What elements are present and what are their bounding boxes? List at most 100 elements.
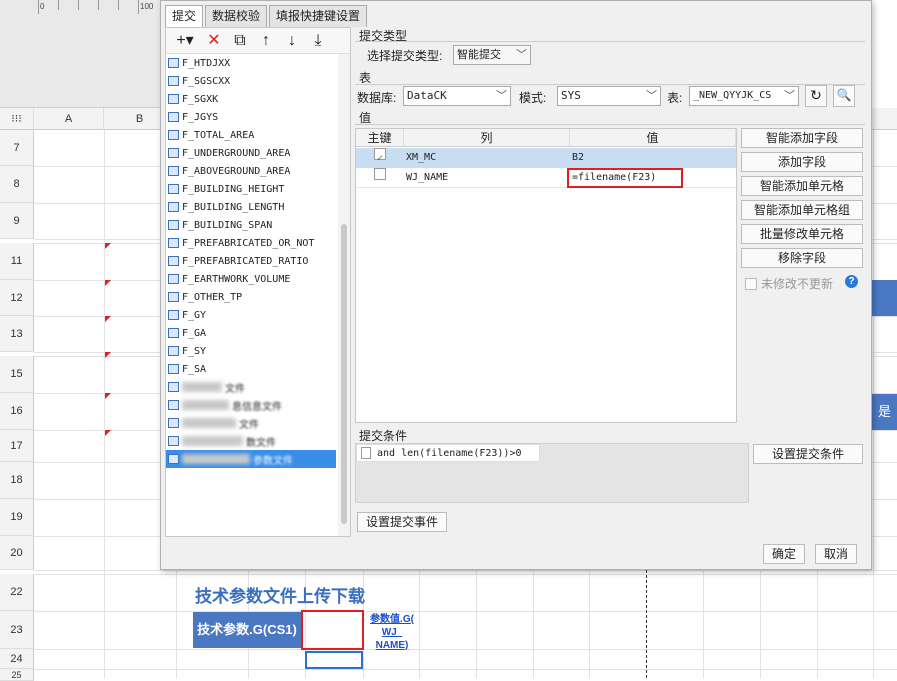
no-update-checkbox[interactable] [745, 277, 757, 290]
comment-marker [105, 243, 111, 249]
grid-row[interactable]: ✓ XM_MC B2 [356, 148, 736, 168]
field-name: F_HTDJXX [182, 57, 231, 69]
primary-key-checkbox[interactable]: ✓ [374, 148, 386, 164]
copy-icon[interactable]: ⧉ [230, 31, 250, 51]
highlight-box [567, 168, 683, 188]
database-select[interactable]: DataCK ﹀ [403, 86, 511, 106]
no-update-option[interactable]: 未修改不更新 [745, 275, 833, 292]
refresh-icon[interactable]: ↻ [805, 85, 827, 107]
condition-item[interactable]: and len(filename(F23))>0 [356, 444, 540, 462]
down-arrow-icon[interactable]: ↓ [282, 31, 302, 51]
field-list-item[interactable]: 文件 [166, 414, 336, 432]
field-list-item[interactable]: F_BUILDING_SPAN [166, 216, 336, 234]
row-header[interactable]: 11 [0, 243, 34, 280]
field-list-item[interactable]: F_SY [166, 342, 336, 360]
condition-area[interactable]: and len(filename(F23))>0 [355, 443, 749, 503]
field-name: F_OTHER_TP [182, 291, 243, 303]
field-list-item[interactable]: 息信息文件 [166, 396, 336, 414]
no-update-label: 未修改不更新 [761, 277, 834, 291]
condition-text: and len(filename(F23))>0 [377, 447, 522, 459]
ok-button[interactable]: 确定 [763, 544, 805, 564]
add-icon[interactable]: +▾ [172, 31, 198, 51]
select-all-corner[interactable]: ⁝⁝⁝ [0, 108, 34, 130]
up-arrow-icon[interactable]: ↑ [256, 31, 276, 51]
scrollbar-thumb[interactable] [341, 224, 347, 524]
smart-add-cell-button[interactable]: 智能添加单元格 [741, 176, 863, 196]
param-value-link[interactable]: 参数值.G( WJ_ NAME) [366, 613, 418, 652]
field-name: F_BUILDING_LENGTH [182, 201, 285, 213]
tab-shortcut-settings[interactable]: 填报快捷键设置 [269, 5, 368, 27]
remove-field-button[interactable]: 移除字段 [741, 248, 863, 268]
grid-cell-column[interactable]: XM_MC [406, 148, 436, 168]
field-list-item[interactable]: F_TOTAL_AREA [166, 126, 336, 144]
submit-type-select[interactable]: 智能提交 ﹀ [453, 45, 531, 65]
table-select[interactable]: _NEW_QYYJK_CS ﹀ [689, 86, 799, 106]
field-list-item[interactable]: F_GA [166, 324, 336, 342]
primary-key-checkbox[interactable] [374, 168, 386, 180]
field-list-item[interactable]: 参数文件 [166, 450, 336, 468]
field-list-item[interactable]: F_PREFABRICATED_OR_NOT [166, 234, 336, 252]
move-bottom-icon[interactable]: ⤓ [308, 31, 328, 51]
field-mapping-grid: 主键 列 值 ✓ XM_MC B2 WJ_NAME =filename(F23) [355, 128, 737, 423]
row-header[interactable]: 16 [0, 393, 34, 430]
smart-add-cell-group-button[interactable]: 智能添加单元格组 [741, 200, 863, 220]
column-header[interactable]: A [34, 108, 104, 130]
row-header[interactable]: 18 [0, 462, 34, 499]
field-list-item[interactable]: F_EARTHWORK_VOLUME [166, 270, 336, 288]
blue-cell[interactable]: 是 [872, 394, 897, 430]
submit-config-panel: 提交类型 选择提交类型: 智能提交 ﹀ 表 数据库: DataCK ﹀ 模式: SY… [355, 27, 869, 539]
cancel-button[interactable]: 取消 [815, 544, 857, 564]
field-list-item[interactable]: F_OTHER_TP [166, 288, 336, 306]
field-list-item[interactable]: F_SA [166, 360, 336, 378]
row-header[interactable]: 7 [0, 130, 34, 166]
row-header[interactable]: 24 [0, 649, 34, 669]
field-list-item[interactable]: F_BUILDING_LENGTH [166, 198, 336, 216]
field-list-item[interactable]: F_BUILDING_HEIGHT [166, 180, 336, 198]
tab-data-validation[interactable]: 数据校验 [205, 5, 268, 27]
delete-icon[interactable]: ✕ [204, 31, 224, 51]
chevron-down-icon: ﹀ [496, 89, 507, 102]
field-list-item[interactable]: 文件 [166, 378, 336, 396]
field-name: F_GY [182, 309, 207, 321]
grid-cell-value[interactable]: B2 [572, 148, 584, 168]
row-header[interactable]: 17 [0, 430, 34, 462]
set-condition-button[interactable]: 设置提交条件 [753, 444, 863, 464]
field-list-item[interactable]: F_UNDERGROUND_AREA [166, 144, 336, 162]
field-list-item[interactable]: F_ABOVEGROUND_AREA [166, 162, 336, 180]
field-list-item[interactable]: F_JGYS [166, 108, 336, 126]
blue-cell[interactable] [872, 280, 897, 316]
field-list-item[interactable]: F_SGXK [166, 90, 336, 108]
smart-add-field-button[interactable]: 智能添加字段 [741, 128, 863, 148]
selected-cell[interactable] [305, 651, 363, 669]
field-list-scrollbar[interactable] [338, 54, 350, 536]
row-header[interactable]: 25 [0, 669, 34, 681]
table-field-icon [168, 310, 179, 320]
param-cell[interactable]: 技术参数.G(CS1) [193, 612, 301, 648]
redacted-text [182, 382, 222, 392]
preview-table-icon[interactable]: 🔍 [833, 85, 855, 107]
row-header[interactable]: 13 [0, 316, 34, 352]
field-list-item[interactable]: F_GY [166, 306, 336, 324]
set-event-button[interactable]: 设置提交事件 [357, 512, 447, 532]
grid-cell-column[interactable]: WJ_NAME [406, 168, 448, 188]
row-header[interactable]: 12 [0, 280, 34, 316]
add-field-button[interactable]: 添加字段 [741, 152, 863, 172]
row-header[interactable]: 20 [0, 536, 34, 570]
row-header[interactable]: 19 [0, 499, 34, 536]
row-header[interactable]: 23 [0, 611, 34, 649]
field-list-item[interactable]: 数文件 [166, 432, 336, 450]
row-header[interactable]: 9 [0, 203, 34, 239]
row-header[interactable]: 8 [0, 166, 34, 203]
ruler: 0 100 [0, 0, 160, 108]
field-list-item[interactable]: F_HTDJXX [166, 54, 336, 72]
help-icon[interactable]: ? [845, 275, 858, 288]
row-header[interactable]: 15 [0, 356, 34, 393]
row-header[interactable]: 22 [0, 574, 34, 611]
field-name: F_SGXK [182, 93, 219, 105]
batch-modify-cell-button[interactable]: 批量修改单元格 [741, 224, 863, 244]
table-field-icon [168, 220, 179, 230]
field-list-item[interactable]: F_PREFABRICATED_RATIO [166, 252, 336, 270]
tab-submit[interactable]: 提交 [165, 5, 204, 27]
mode-select[interactable]: SYS ﹀ [557, 86, 661, 106]
field-list-item[interactable]: F_SGSCXX [166, 72, 336, 90]
